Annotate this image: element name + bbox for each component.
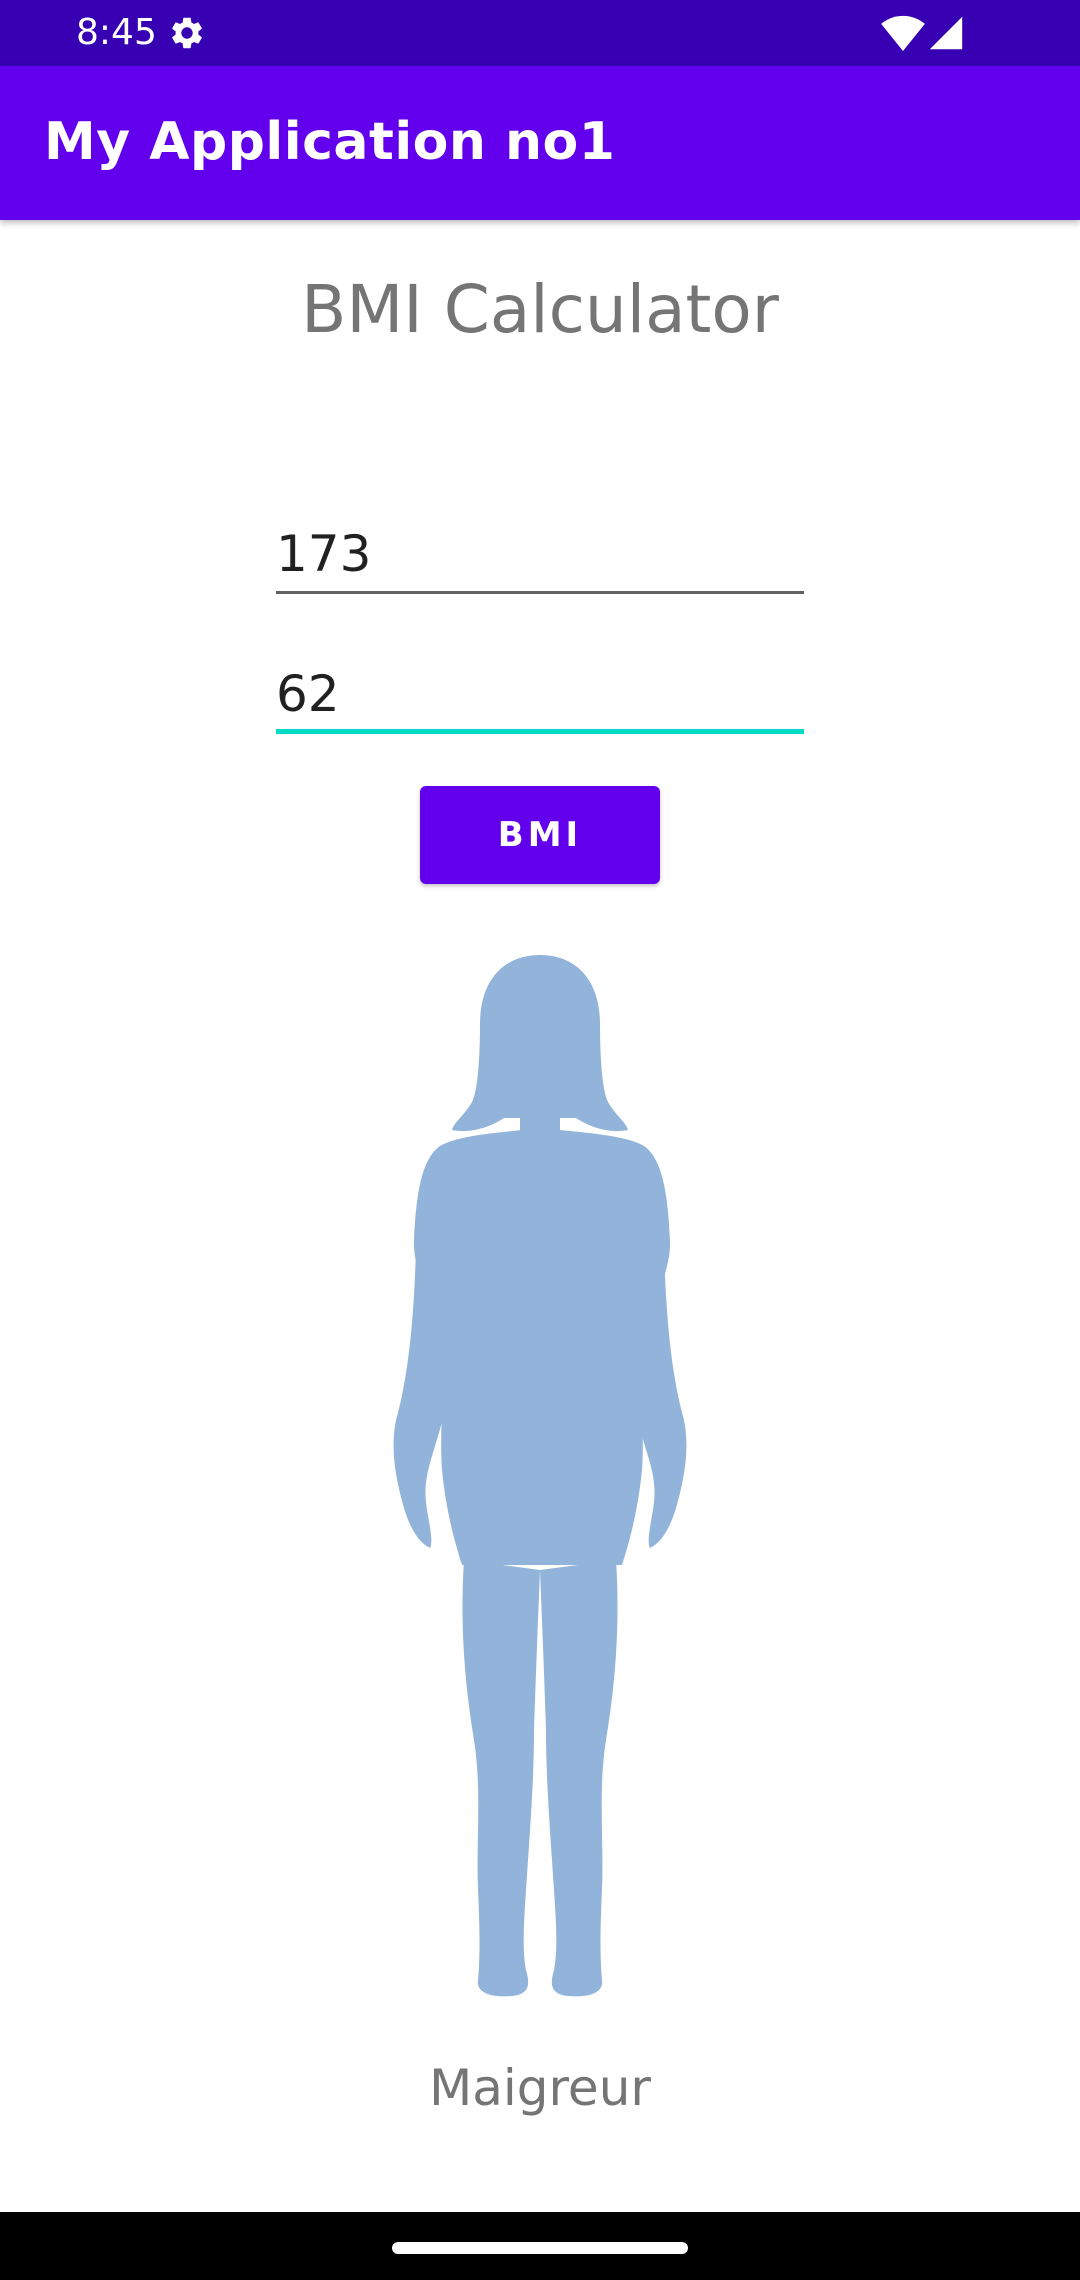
bmi-result-label: Maigreur	[429, 2059, 651, 2117]
screen: 8:45 My Application no1 BMI Calculator 1…	[0, 0, 1080, 2280]
gear-icon	[172, 17, 202, 49]
cellular-signal-icon	[929, 16, 963, 50]
height-input[interactable]: 173	[276, 520, 804, 594]
weight-input-value: 62	[276, 665, 340, 723]
height-input-value: 173	[276, 525, 372, 583]
app-bar: My Application no1	[0, 66, 1080, 220]
status-bar: 8:45	[0, 0, 1080, 66]
navigation-bar	[0, 2212, 1080, 2280]
height-input-underline	[276, 591, 804, 594]
home-gesture-handle[interactable]	[392, 2242, 688, 2254]
wifi-icon	[881, 15, 925, 52]
weight-input-underline	[276, 729, 804, 734]
weight-input[interactable]: 62	[276, 660, 804, 734]
female-silhouette-icon	[393, 955, 687, 1997]
bmi-button[interactable]: BMI	[420, 786, 660, 884]
page-title: BMI Calculator	[301, 271, 779, 348]
status-time: 8:45	[76, 12, 157, 53]
app-title: My Application no1	[44, 112, 616, 172]
